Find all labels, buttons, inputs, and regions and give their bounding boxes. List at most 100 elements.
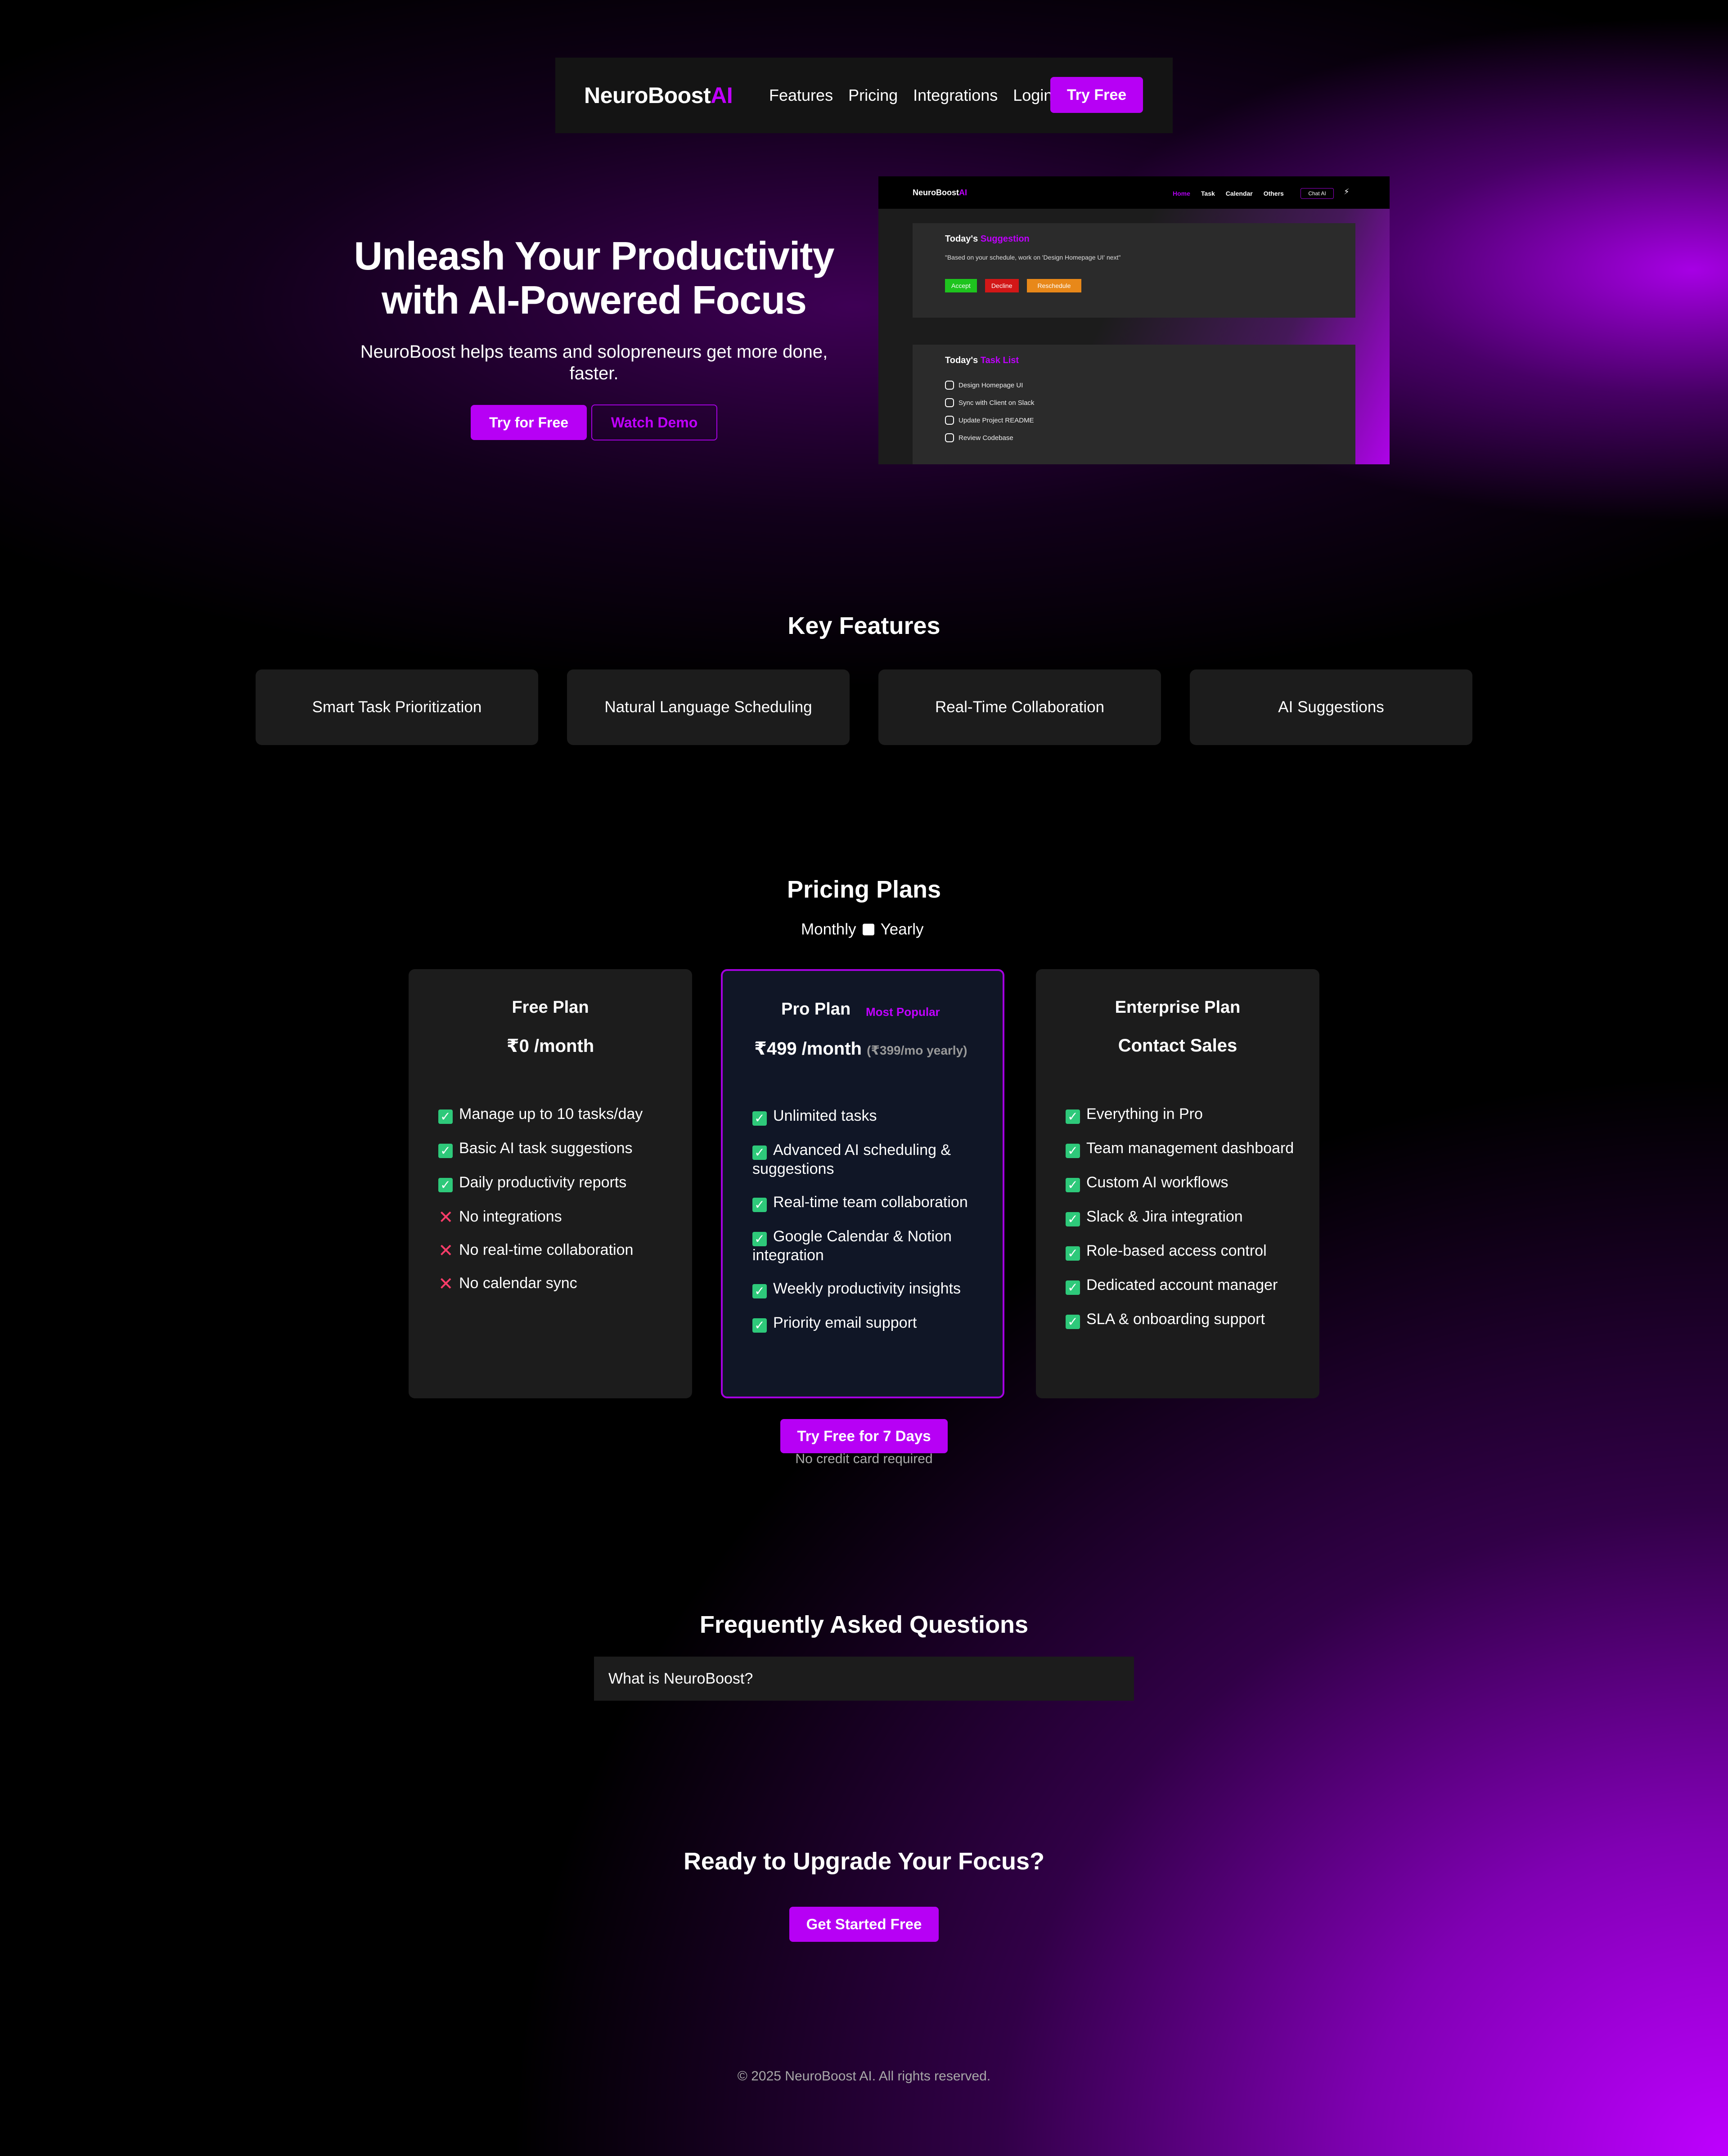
pricing-title: Pricing Plans bbox=[787, 876, 941, 903]
get-started-free-button[interactable]: Get Started Free bbox=[789, 1907, 939, 1942]
nav-link-pricing[interactable]: Pricing bbox=[848, 86, 898, 105]
preview-task-item: Update Project README bbox=[945, 416, 1034, 425]
task-title-prefix: Today's bbox=[945, 355, 978, 365]
plan-card-free: Free Plan ₹0 /month ✓ Manage up to 10 tas… bbox=[409, 969, 692, 1398]
app-preview: NeuroBoostAI Home Task Calendar Others C… bbox=[878, 176, 1390, 464]
preview-task-label: Design Homepage UI bbox=[958, 381, 1023, 389]
plan-price: Contact Sales bbox=[1118, 1036, 1238, 1056]
preview-brand-accent: AI bbox=[959, 188, 967, 197]
preview-chat-button: Chat AI bbox=[1300, 188, 1334, 199]
check-icon: ✓ bbox=[438, 1109, 453, 1124]
cta-title: Ready to Upgrade Your Focus? bbox=[683, 1848, 1045, 1875]
preview-task-label: Review Codebase bbox=[958, 434, 1013, 442]
plan-feature-text: Team management dashboard bbox=[1086, 1140, 1294, 1157]
nav-link-features[interactable]: Features bbox=[769, 86, 833, 105]
cross-icon: ✕ bbox=[438, 1274, 454, 1294]
billing-yearly-checkbox[interactable] bbox=[862, 924, 874, 935]
plan-feature-list: ✓ Manage up to 10 tasks/day ✓ Basic AI tas… bbox=[438, 1105, 672, 1307]
check-icon: ✓ bbox=[1066, 1315, 1080, 1329]
check-icon: ✓ bbox=[1066, 1246, 1080, 1261]
watch-demo-button[interactable]: Watch Demo bbox=[591, 404, 717, 440]
preview-navbar: NeuroBoostAI Home Task Calendar Others C… bbox=[878, 176, 1390, 209]
check-icon: ✓ bbox=[752, 1145, 767, 1160]
check-icon: ✓ bbox=[752, 1318, 767, 1333]
nav-link-login[interactable]: Login bbox=[1013, 86, 1053, 105]
plan-price: ₹0 /month bbox=[506, 1036, 594, 1056]
nav-links: Features Pricing Integrations Login bbox=[769, 86, 1053, 105]
plan-feature: ✓ Priority email support bbox=[752, 1314, 986, 1333]
plan-feature: ✓ Weekly productivity insights bbox=[752, 1280, 986, 1298]
plan-feature: ✓ Manage up to 10 tasks/day bbox=[438, 1105, 672, 1124]
feature-card: Smart Task Prioritization bbox=[256, 669, 538, 745]
plan-price: ₹499 /month (₹399/mo yearly) bbox=[754, 1038, 967, 1059]
hero-subtitle: NeuroBoost helps teams and solopreneurs … bbox=[360, 342, 828, 383]
features-title: Key Features bbox=[788, 612, 940, 639]
plan-price-monthly: ₹499 /month bbox=[754, 1039, 862, 1059]
plan-feature-text: Manage up to 10 tasks/day bbox=[459, 1105, 643, 1123]
plan-feature-text: Weekly productivity insights bbox=[773, 1280, 961, 1297]
plan-name: Enterprise Plan bbox=[1115, 998, 1241, 1017]
plan-card-pro: Pro Plan Most Popular ₹499 /month (₹399/… bbox=[721, 969, 1004, 1398]
task-title-accent: Task List bbox=[980, 355, 1019, 365]
plan-feature-text: No integrations bbox=[459, 1208, 562, 1225]
plan-feature: ✕ No real-time collaboration bbox=[438, 1241, 672, 1261]
plan-feature-list: ✓ Unlimited tasks ✓ Advanced AI scheduling… bbox=[752, 1107, 986, 1348]
plan-feature-text: Unlimited tasks bbox=[773, 1107, 877, 1124]
plan-feature: ✓ Everything in Pro bbox=[1066, 1105, 1300, 1124]
plan-feature: ✓ Custom AI workflows bbox=[1066, 1173, 1300, 1192]
preview-task-item: Design Homepage UI bbox=[945, 381, 1023, 390]
hero-title: Unleash Your Productivity with AI-Powere… bbox=[354, 234, 834, 322]
plan-feature-text: No calendar sync bbox=[459, 1275, 577, 1292]
brand-logo[interactable]: NeuroBoostAI bbox=[584, 82, 733, 108]
check-icon: ✓ bbox=[1066, 1109, 1080, 1124]
check-icon: ✓ bbox=[438, 1178, 453, 1192]
plan-feature: ✓ Team management dashboard bbox=[1066, 1139, 1300, 1158]
preview-suggestion-quote: "Based on your schedule, work on 'Design… bbox=[945, 254, 1121, 261]
hero-try-free-button[interactable]: Try for Free bbox=[471, 405, 587, 440]
plan-feature-text: Role-based access control bbox=[1086, 1242, 1267, 1259]
most-popular-badge: Most Popular bbox=[866, 1005, 940, 1019]
plan-feature-text: Slack & Jira integration bbox=[1086, 1208, 1243, 1225]
preview-suggestion-card: Today's Suggestion "Based on your schedu… bbox=[913, 223, 1355, 318]
footer-copyright: © 2025 NeuroBoost AI. All rights reserve… bbox=[737, 2069, 991, 2084]
check-icon: ✓ bbox=[1066, 1178, 1080, 1192]
check-icon: ✓ bbox=[438, 1144, 453, 1158]
plan-feature: ✓ Basic AI task suggestions bbox=[438, 1139, 672, 1158]
feature-card: Natural Language Scheduling bbox=[567, 669, 850, 745]
preview-link-others: Others bbox=[1263, 190, 1284, 197]
plan-feature-text: Google Calendar & Notion integration bbox=[752, 1228, 952, 1264]
plan-name: Pro Plan bbox=[781, 1000, 851, 1019]
plan-feature-text: Basic AI task suggestions bbox=[459, 1140, 633, 1157]
preview-link-calendar: Calendar bbox=[1225, 190, 1253, 197]
try-free-7-days-button[interactable]: Try Free for 7 Days bbox=[780, 1419, 948, 1453]
plan-feature: ✓ Role-based access control bbox=[1066, 1242, 1300, 1261]
preview-suggestion-buttons: Accept Decline Reschedule bbox=[945, 279, 1082, 292]
plan-feature: ✓ Advanced AI scheduling & suggestions bbox=[752, 1141, 986, 1178]
plan-feature: ✓ Dedicated account manager bbox=[1066, 1276, 1300, 1295]
plan-feature-text: Custom AI workflows bbox=[1086, 1174, 1228, 1191]
plan-feature: ✕ No calendar sync bbox=[438, 1274, 672, 1294]
plan-feature: ✕ No integrations bbox=[438, 1208, 672, 1226]
check-icon: ✓ bbox=[1066, 1212, 1080, 1226]
faq-item[interactable]: What is NeuroBoost? bbox=[594, 1657, 1134, 1701]
check-icon: ✓ bbox=[1066, 1144, 1080, 1158]
preview-task-label: Update Project README bbox=[958, 416, 1034, 424]
nav-link-integrations[interactable]: Integrations bbox=[913, 86, 998, 105]
preview-link-task: Task bbox=[1201, 190, 1215, 197]
preview-reschedule-button: Reschedule bbox=[1026, 279, 1082, 292]
checkbox-icon bbox=[945, 381, 954, 390]
checkbox-icon bbox=[945, 433, 954, 442]
preview-brand-name: NeuroBoost bbox=[913, 188, 959, 197]
check-icon: ✓ bbox=[752, 1284, 767, 1298]
preview-task-item: Sync with Client on Slack bbox=[945, 398, 1034, 407]
nav-try-free-button[interactable]: Try Free bbox=[1050, 77, 1143, 113]
plan-feature: ✓ Real-time team collaboration bbox=[752, 1193, 986, 1212]
preview-decline-button: Decline bbox=[985, 279, 1019, 292]
brand-accent: AI bbox=[711, 83, 733, 108]
plan-feature: ✓ Slack & Jira integration bbox=[1066, 1208, 1300, 1226]
plan-feature-text: Real-time team collaboration bbox=[773, 1194, 968, 1211]
check-icon: ✓ bbox=[1066, 1280, 1080, 1295]
preview-task-title: Today's Task List bbox=[945, 355, 1019, 366]
plan-feature-text: Everything in Pro bbox=[1086, 1105, 1203, 1123]
cross-icon: ✕ bbox=[438, 1241, 454, 1261]
